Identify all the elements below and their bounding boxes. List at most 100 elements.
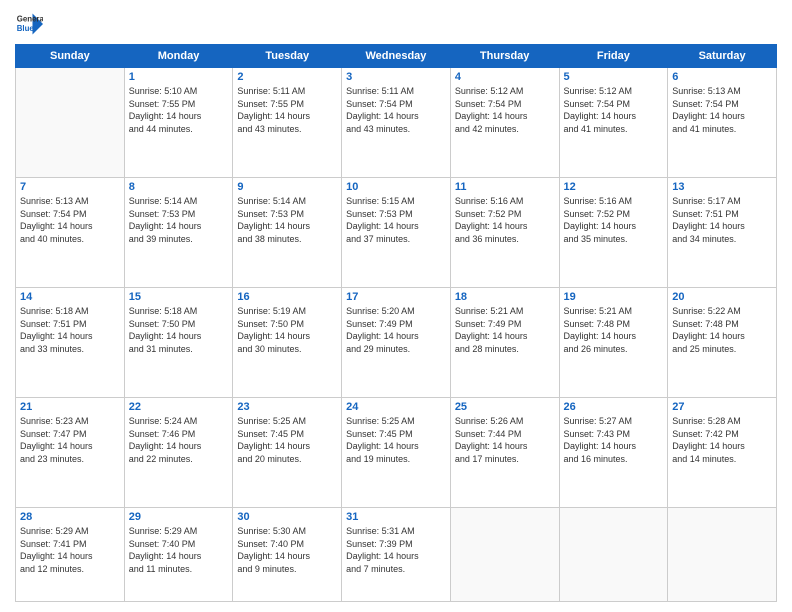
calendar-week-row: 1Sunrise: 5:10 AM Sunset: 7:55 PM Daylig… xyxy=(16,68,777,178)
day-number: 11 xyxy=(455,181,555,193)
day-info: Sunrise: 5:13 AM Sunset: 7:54 PM Dayligh… xyxy=(20,195,120,245)
day-number: 20 xyxy=(672,291,772,303)
day-info: Sunrise: 5:12 AM Sunset: 7:54 PM Dayligh… xyxy=(455,85,555,135)
day-info: Sunrise: 5:25 AM Sunset: 7:45 PM Dayligh… xyxy=(346,415,446,465)
calendar-body: 1Sunrise: 5:10 AM Sunset: 7:55 PM Daylig… xyxy=(16,68,777,602)
day-info: Sunrise: 5:14 AM Sunset: 7:53 PM Dayligh… xyxy=(129,195,229,245)
calendar-cell: 20 Sunrise: 5:22 AM Sunset: 7:48 PM Dayli… xyxy=(668,288,777,398)
calendar-header-wednesday: Wednesday xyxy=(342,45,451,68)
day-info: Sunrise: 5:15 AM Sunset: 7:53 PM Dayligh… xyxy=(346,195,446,245)
day-number: 26 xyxy=(564,401,664,413)
day-info: Sunrise: 5:24 AM Sunset: 7:46 PM Dayligh… xyxy=(129,415,229,465)
svg-text:General: General xyxy=(17,14,43,23)
day-number: 29 xyxy=(129,511,229,523)
calendar-header-sunday: Sunday xyxy=(16,45,125,68)
calendar-cell xyxy=(450,508,559,602)
day-number: 10 xyxy=(346,181,446,193)
calendar-cell: 10 Sunrise: 5:15 AM Sunset: 7:53 PM Dayli… xyxy=(342,178,451,288)
calendar-cell: 24 Sunrise: 5:25 AM Sunset: 7:45 PM Dayli… xyxy=(342,398,451,508)
day-number: 27 xyxy=(672,401,772,413)
calendar-week-row: 28Sunrise: 5:29 AM Sunset: 7:41 PM Dayli… xyxy=(16,508,777,602)
day-info: Sunrise: 5:28 AM Sunset: 7:42 PM Dayligh… xyxy=(672,415,772,465)
calendar-cell: 22 Sunrise: 5:24 AM Sunset: 7:46 PM Dayli… xyxy=(124,398,233,508)
calendar-cell: 18 Sunrise: 5:21 AM Sunset: 7:49 PM Dayli… xyxy=(450,288,559,398)
day-number: 5 xyxy=(564,71,664,83)
day-info: Sunrise: 5:27 AM Sunset: 7:43 PM Dayligh… xyxy=(564,415,664,465)
header: General Blue xyxy=(15,10,777,38)
day-number: 12 xyxy=(564,181,664,193)
logo-icon: General Blue xyxy=(15,10,43,38)
calendar-cell: 17 Sunrise: 5:20 AM Sunset: 7:49 PM Dayli… xyxy=(342,288,451,398)
calendar-header-tuesday: Tuesday xyxy=(233,45,342,68)
day-info: Sunrise: 5:26 AM Sunset: 7:44 PM Dayligh… xyxy=(455,415,555,465)
day-info: Sunrise: 5:21 AM Sunset: 7:49 PM Dayligh… xyxy=(455,305,555,355)
calendar-cell: 26 Sunrise: 5:27 AM Sunset: 7:43 PM Dayli… xyxy=(559,398,668,508)
day-info: Sunrise: 5:23 AM Sunset: 7:47 PM Dayligh… xyxy=(20,415,120,465)
calendar-cell: 16 Sunrise: 5:19 AM Sunset: 7:50 PM Dayli… xyxy=(233,288,342,398)
calendar-cell: 28Sunrise: 5:29 AM Sunset: 7:41 PM Dayli… xyxy=(16,508,125,602)
day-info: Sunrise: 5:22 AM Sunset: 7:48 PM Dayligh… xyxy=(672,305,772,355)
day-number: 9 xyxy=(237,181,337,193)
logo: General Blue xyxy=(15,10,43,38)
day-number: 31 xyxy=(346,511,446,523)
calendar-cell: 23 Sunrise: 5:25 AM Sunset: 7:45 PM Dayli… xyxy=(233,398,342,508)
calendar-week-row: 14Sunrise: 5:18 AM Sunset: 7:51 PM Dayli… xyxy=(16,288,777,398)
calendar-header-row: SundayMondayTuesdayWednesdayThursdayFrid… xyxy=(16,45,777,68)
day-number: 13 xyxy=(672,181,772,193)
day-number: 22 xyxy=(129,401,229,413)
calendar-cell: 13 Sunrise: 5:17 AM Sunset: 7:51 PM Dayli… xyxy=(668,178,777,288)
day-info: Sunrise: 5:19 AM Sunset: 7:50 PM Dayligh… xyxy=(237,305,337,355)
day-info: Sunrise: 5:11 AM Sunset: 7:55 PM Dayligh… xyxy=(237,85,337,135)
day-info: Sunrise: 5:12 AM Sunset: 7:54 PM Dayligh… xyxy=(564,85,664,135)
calendar-cell: 3 Sunrise: 5:11 AM Sunset: 7:54 PM Daylig… xyxy=(342,68,451,178)
calendar-cell: 7Sunrise: 5:13 AM Sunset: 7:54 PM Daylig… xyxy=(16,178,125,288)
calendar-cell: 9 Sunrise: 5:14 AM Sunset: 7:53 PM Daylig… xyxy=(233,178,342,288)
day-info: Sunrise: 5:16 AM Sunset: 7:52 PM Dayligh… xyxy=(564,195,664,245)
day-number: 3 xyxy=(346,71,446,83)
calendar-cell: 19 Sunrise: 5:21 AM Sunset: 7:48 PM Dayli… xyxy=(559,288,668,398)
calendar-cell: 2 Sunrise: 5:11 AM Sunset: 7:55 PM Daylig… xyxy=(233,68,342,178)
day-number: 24 xyxy=(346,401,446,413)
day-number: 15 xyxy=(129,291,229,303)
day-number: 1 xyxy=(129,71,229,83)
calendar-cell xyxy=(559,508,668,602)
calendar-cell: 31 Sunrise: 5:31 AM Sunset: 7:39 PM Dayli… xyxy=(342,508,451,602)
calendar-cell: 15Sunrise: 5:18 AM Sunset: 7:50 PM Dayli… xyxy=(124,288,233,398)
day-number: 25 xyxy=(455,401,555,413)
day-info: Sunrise: 5:30 AM Sunset: 7:40 PM Dayligh… xyxy=(237,525,337,575)
day-number: 8 xyxy=(129,181,229,193)
day-info: Sunrise: 5:25 AM Sunset: 7:45 PM Dayligh… xyxy=(237,415,337,465)
calendar-cell: 8 Sunrise: 5:14 AM Sunset: 7:53 PM Daylig… xyxy=(124,178,233,288)
calendar-table: SundayMondayTuesdayWednesdayThursdayFrid… xyxy=(15,44,777,602)
calendar-cell xyxy=(668,508,777,602)
day-number: 23 xyxy=(237,401,337,413)
day-number: 16 xyxy=(237,291,337,303)
day-number: 18 xyxy=(455,291,555,303)
day-info: Sunrise: 5:21 AM Sunset: 7:48 PM Dayligh… xyxy=(564,305,664,355)
page: General Blue SundayMondayTuesdayWednesda… xyxy=(0,0,792,612)
day-number: 17 xyxy=(346,291,446,303)
calendar-cell: 21 Sunrise: 5:23 AM Sunset: 7:47 PM Dayli… xyxy=(16,398,125,508)
day-number: 19 xyxy=(564,291,664,303)
day-info: Sunrise: 5:16 AM Sunset: 7:52 PM Dayligh… xyxy=(455,195,555,245)
day-number: 14 xyxy=(20,291,120,303)
day-info: Sunrise: 5:11 AM Sunset: 7:54 PM Dayligh… xyxy=(346,85,446,135)
calendar-header-friday: Friday xyxy=(559,45,668,68)
day-info: Sunrise: 5:29 AM Sunset: 7:40 PM Dayligh… xyxy=(129,525,229,575)
calendar-week-row: 21 Sunrise: 5:23 AM Sunset: 7:47 PM Dayli… xyxy=(16,398,777,508)
calendar-header-saturday: Saturday xyxy=(668,45,777,68)
day-info: Sunrise: 5:17 AM Sunset: 7:51 PM Dayligh… xyxy=(672,195,772,245)
svg-text:Blue: Blue xyxy=(17,24,35,33)
day-number: 28 xyxy=(20,511,120,523)
calendar-cell: 6Sunrise: 5:13 AM Sunset: 7:54 PM Daylig… xyxy=(668,68,777,178)
day-info: Sunrise: 5:31 AM Sunset: 7:39 PM Dayligh… xyxy=(346,525,446,575)
day-number: 2 xyxy=(237,71,337,83)
calendar-cell: 12 Sunrise: 5:16 AM Sunset: 7:52 PM Dayli… xyxy=(559,178,668,288)
calendar-header-thursday: Thursday xyxy=(450,45,559,68)
day-number: 21 xyxy=(20,401,120,413)
day-info: Sunrise: 5:14 AM Sunset: 7:53 PM Dayligh… xyxy=(237,195,337,245)
day-info: Sunrise: 5:20 AM Sunset: 7:49 PM Dayligh… xyxy=(346,305,446,355)
calendar-cell: 30Sunrise: 5:30 AM Sunset: 7:40 PM Dayli… xyxy=(233,508,342,602)
calendar-header-monday: Monday xyxy=(124,45,233,68)
day-number: 4 xyxy=(455,71,555,83)
